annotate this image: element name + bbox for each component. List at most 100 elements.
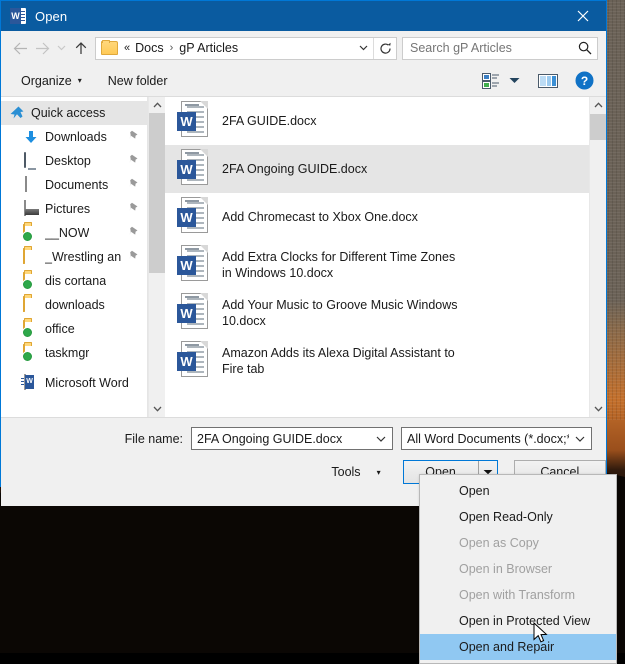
help-icon[interactable]: ? — [570, 69, 598, 93]
file-type-chevron-down-icon[interactable] — [569, 428, 591, 449]
folder-icon — [23, 248, 39, 265]
sidebar-items: Quick access Downloads Desktop Documents… — [1, 97, 147, 395]
file-name-input[interactable] — [192, 430, 370, 447]
sidebar-item-documents[interactable]: Documents — [1, 173, 147, 197]
sidebar-item-downloads-folder[interactable]: downloads — [1, 293, 147, 317]
folder-sync-icon — [23, 272, 39, 289]
menu-item-open-read-only[interactable]: Open Read-Only — [420, 504, 616, 530]
breadcrumb-separator: › — [169, 42, 174, 54]
sidebar-item-pictures[interactable]: Pictures — [1, 197, 147, 221]
sidebar-label: Desktop — [45, 154, 91, 168]
up-arrow-icon[interactable] — [70, 36, 92, 60]
sidebar-item-now[interactable]: __NOW — [1, 221, 147, 245]
sidebar-item-quick-access[interactable]: Quick access — [1, 101, 147, 125]
view-list-icon[interactable] — [476, 69, 504, 93]
scroll-up-icon[interactable] — [149, 97, 165, 113]
address-bar[interactable]: « Docs › gP Articles — [95, 36, 397, 60]
menu-item-open[interactable]: Open — [420, 478, 616, 504]
view-chevron-down-icon[interactable] — [504, 69, 524, 93]
sidebar-item-desktop[interactable]: Desktop — [1, 149, 147, 173]
folder-sync-icon — [23, 344, 39, 361]
navigation-sidebar: Quick access Downloads Desktop Documents… — [1, 97, 148, 417]
file-name-combo[interactable] — [191, 427, 393, 450]
organize-button[interactable]: Organize ▾ — [15, 70, 88, 92]
scroll-down-icon[interactable] — [149, 401, 165, 417]
sidebar-item-office[interactable]: office — [1, 317, 147, 341]
sidebar-item-microsoft-word[interactable]: Microsoft Word — [1, 371, 147, 395]
file-list-item[interactable]: W Add Chromecast to Xbox One.docx — [165, 193, 589, 241]
forward-arrow-icon[interactable] — [31, 36, 53, 60]
navigation-bar: « Docs › gP Articles — [1, 31, 606, 65]
folder-sync-icon — [23, 224, 39, 241]
search-icon[interactable] — [573, 38, 597, 59]
sidebar-label: downloads — [45, 298, 105, 312]
word-document-icon: W — [177, 101, 210, 141]
file-name: Amazon Adds its Alexa Digital Assistant … — [222, 346, 455, 376]
word-document-icon: W — [177, 149, 210, 189]
menu-item-open-as-copy: Open as Copy — [459, 536, 539, 550]
chevron-down-icon: ▾ — [77, 76, 82, 85]
word-document-icon: W — [177, 197, 210, 237]
folder-sync-icon — [23, 320, 39, 337]
close-icon[interactable] — [560, 1, 606, 31]
pin-icon[interactable] — [129, 226, 140, 240]
preview-pane-icon[interactable] — [534, 69, 562, 93]
word-document-icon: W — [177, 245, 210, 285]
scroll-down-icon[interactable] — [590, 401, 606, 417]
file-list-scrollbar-thumb[interactable] — [590, 114, 606, 140]
search-box[interactable] — [402, 36, 598, 60]
desktop-icon — [23, 152, 39, 169]
sidebar-item-taskmgr[interactable]: taskmgr — [1, 341, 147, 365]
file-type-value: All Word Documents (*.docx;*.d — [407, 431, 569, 446]
file-list-scrollbar[interactable] — [589, 97, 606, 417]
sidebar-scrollbar[interactable] — [148, 97, 165, 417]
sidebar-label: Pictures — [45, 202, 91, 216]
breadcrumb-overflow[interactable]: « — [122, 42, 134, 54]
recent-locations-chevron-down-icon[interactable] — [53, 36, 70, 60]
file-name-chevron-down-icon[interactable] — [370, 428, 392, 449]
sidebar-label: Downloads — [45, 130, 107, 144]
pin-icon[interactable] — [129, 250, 140, 264]
file-name-label: File name: — [124, 431, 183, 446]
sidebar-label: dis cortana — [45, 274, 107, 288]
file-list-item[interactable]: W Add Extra Clocks for Different Time Zo… — [165, 241, 589, 289]
sidebar-label: taskmgr — [45, 346, 90, 360]
sidebar-item-wrestling[interactable]: _Wrestling an — [1, 245, 147, 269]
file-name: Add Extra Clocks for Different Time Zone… — [222, 250, 456, 280]
sidebar-label: office — [45, 322, 75, 336]
word-small-icon — [23, 374, 39, 391]
pin-icon[interactable] — [129, 154, 140, 168]
breadcrumb-item-docs[interactable]: Docs — [134, 41, 164, 55]
breadcrumb-item-gp-articles[interactable]: gP Articles — [178, 41, 239, 55]
sidebar-label: Microsoft Word — [45, 376, 129, 390]
file-list[interactable]: W 2FA GUIDE.docx W 2FA Ongoing GUIDE.doc… — [165, 97, 589, 417]
file-type-combo[interactable]: All Word Documents (*.docx;*.d — [401, 427, 592, 450]
tools-label: Tools — [331, 465, 361, 479]
back-arrow-icon[interactable] — [9, 36, 31, 60]
scroll-up-icon[interactable] — [590, 97, 606, 113]
folder-icon — [101, 40, 118, 55]
pin-star-icon — [9, 105, 25, 121]
menu-item-open-and-repair[interactable]: Open and Repair — [420, 634, 616, 660]
pin-icon[interactable] — [129, 178, 140, 192]
tools-button[interactable]: Tools ▾ — [325, 461, 386, 483]
file-name-row: File name: All Word Documents (*.docx;*.… — [1, 418, 606, 450]
pictures-icon — [23, 200, 39, 217]
menu-item-open-in-protected-view[interactable]: Open in Protected View — [420, 608, 616, 634]
sidebar-item-downloads[interactable]: Downloads — [1, 125, 147, 149]
file-list-item[interactable]: W Amazon Adds its Alexa Digital Assistan… — [165, 337, 589, 385]
refresh-icon[interactable] — [373, 37, 396, 59]
new-folder-button[interactable]: New folder — [102, 70, 174, 92]
file-list-item[interactable]: W Add Your Music to Groove Music Windows… — [165, 289, 589, 337]
sidebar-item-dis-cortana[interactable]: dis cortana — [1, 269, 147, 293]
file-list-item-selected[interactable]: W 2FA Ongoing GUIDE.docx — [165, 145, 589, 193]
address-chevron-down-icon[interactable] — [353, 38, 373, 59]
pin-icon[interactable] — [129, 202, 140, 216]
chevron-down-icon: ▾ — [376, 467, 381, 477]
sidebar-scrollbar-thumb[interactable] — [149, 113, 165, 273]
pin-icon[interactable] — [129, 130, 140, 144]
file-list-item[interactable]: W 2FA GUIDE.docx — [165, 97, 589, 145]
new-folder-label: New folder — [107, 73, 168, 88]
open-dialog: Open « Docs › gP Articles — [0, 0, 607, 506]
search-input[interactable] — [403, 41, 573, 55]
